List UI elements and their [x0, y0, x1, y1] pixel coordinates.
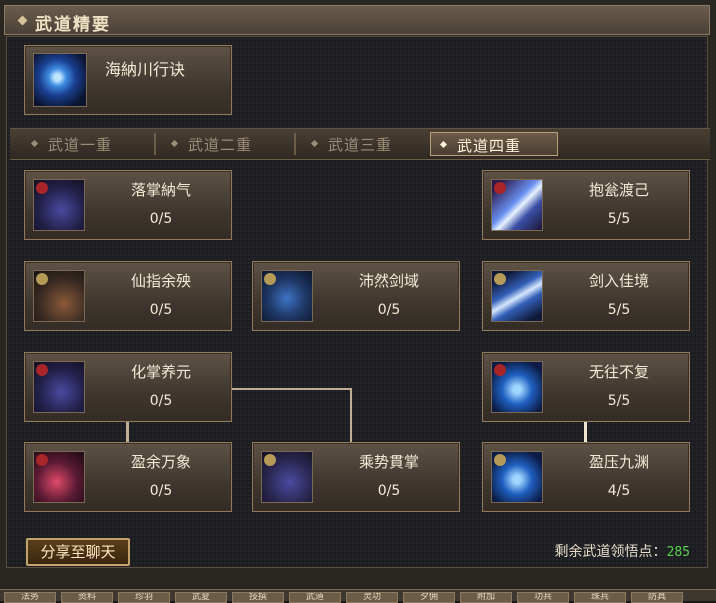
- remaining-points-value: 285: [666, 545, 690, 560]
- skill-card[interactable]: 盈压九渊 4/5: [482, 442, 690, 512]
- skill-level: 0/5: [377, 483, 401, 499]
- rank-glyph-icon: [36, 273, 48, 285]
- tab-level-2[interactable]: 武道二重: [162, 132, 290, 156]
- remaining-points-label: 剩余武道领悟点：: [554, 544, 667, 560]
- tab-divider: [154, 133, 156, 155]
- connector-line: [350, 388, 352, 442]
- skill-name: 仙指余殃: [130, 272, 191, 290]
- connector-line: [584, 422, 587, 442]
- bottom-tab[interactable]: 功兵: [517, 592, 569, 603]
- remaining-points: 剩余武道领悟点：285: [555, 541, 690, 561]
- skill-card[interactable]: 剑入佳境 5/5: [482, 261, 690, 331]
- skill-card[interactable]: 乘势貫掌 0/5: [252, 442, 460, 512]
- tab-level-1[interactable]: 武道一重: [22, 132, 150, 156]
- rank-glyph-icon: [36, 364, 48, 376]
- skill-level: 0/5: [377, 302, 401, 318]
- level-tabs: 武道一重 武道二重 武道三重 武道四重: [10, 128, 710, 160]
- tab-label: 武道四重: [457, 137, 522, 155]
- skill-name: 盈压九渊: [588, 453, 649, 471]
- bottom-tab[interactable]: 夕佣: [403, 592, 455, 603]
- spear-icon: [491, 270, 543, 322]
- share-to-chat-button[interactable]: 分享至聊天: [26, 538, 130, 566]
- bottom-tab[interactable]: 珍羽: [118, 592, 170, 603]
- skill-name: 沛然剑域: [358, 272, 419, 290]
- bottom-tab[interactable]: 资料: [61, 592, 113, 603]
- finger-point-icon: [33, 270, 85, 322]
- rank-glyph-icon: [494, 182, 506, 194]
- skill-name: 剑入佳境: [588, 272, 649, 290]
- skill-card[interactable]: 仙指余殃 0/5: [24, 261, 232, 331]
- bottom-tab[interactable]: 技撰: [232, 592, 284, 603]
- skill-card[interactable]: 抱瓮渡己 5/5: [482, 170, 690, 240]
- skill-level: 0/5: [149, 211, 173, 227]
- rank-glyph-icon: [264, 454, 276, 466]
- skill-card[interactable]: 沛然剑域 0/5: [252, 261, 460, 331]
- connector-line: [126, 422, 129, 442]
- diamond-icon: [310, 139, 319, 148]
- diamond-icon: [30, 139, 39, 148]
- title-bar[interactable]: 武道精要: [4, 5, 710, 35]
- blue-warrior-icon: [491, 451, 543, 503]
- rank-glyph-icon: [36, 454, 48, 466]
- skill-card[interactable]: 无往不复 5/5: [482, 352, 690, 422]
- tab-divider: [294, 133, 296, 155]
- blue-blade-icon: [491, 179, 543, 231]
- palm-strike-icon: [33, 179, 85, 231]
- rank-glyph-icon: [264, 273, 276, 285]
- rank-glyph-icon: [36, 182, 48, 194]
- bottom-tab[interactable]: 灵功: [346, 592, 398, 603]
- rank-glyph-icon: [494, 364, 506, 376]
- bottom-tab[interactable]: 法务: [4, 592, 56, 603]
- rank-glyph-icon: [494, 273, 506, 285]
- bottom-tab[interactable]: 防具: [631, 592, 683, 603]
- skill-level: 4/5: [607, 483, 631, 499]
- skill-level: 5/5: [607, 302, 631, 318]
- skill-name: 落掌納气: [130, 181, 191, 199]
- bottom-tab[interactable]: 武道: [289, 592, 341, 603]
- skill-level: 5/5: [607, 393, 631, 409]
- diamond-icon: [439, 140, 448, 149]
- skill-window: 武道精要 海納川行诀 武道一重 武道二重 武道三重 武道四重 落掌納气 0/5 …: [0, 0, 716, 603]
- diamond-icon: [170, 139, 179, 148]
- blue-warrior-icon: [491, 361, 543, 413]
- rank-glyph-icon: [494, 454, 506, 466]
- red-flame-icon: [33, 451, 85, 503]
- skill-level: 0/5: [149, 302, 173, 318]
- skill-name: 乘势貫掌: [358, 453, 419, 471]
- palm-strike-icon: [261, 451, 313, 503]
- title-diamond-icon: [17, 15, 28, 26]
- palm-strike-icon: [33, 361, 85, 413]
- connector-line: [232, 388, 352, 390]
- skill-level: 0/5: [149, 393, 173, 409]
- bottom-tab[interactable]: 武夏: [175, 592, 227, 603]
- tab-label: 武道二重: [188, 136, 253, 154]
- window-title: 武道精要: [35, 15, 111, 35]
- warrior-blue-aura-icon: [33, 53, 87, 107]
- skill-level: 5/5: [607, 211, 631, 227]
- main-skill-name: 海納川行诀: [105, 60, 186, 79]
- skill-name: 盈余万象: [130, 453, 191, 471]
- bottom-tab-bar: 法务 资料 珍羽 武夏 技撰 武道 灵功 夕佣 附加 功兵 珠兵 防具: [0, 589, 716, 603]
- bottom-tab[interactable]: 附加: [460, 592, 512, 603]
- tab-label: 武道三重: [328, 136, 393, 154]
- tab-level-3[interactable]: 武道三重: [302, 132, 430, 156]
- skill-card[interactable]: 盈余万象 0/5: [24, 442, 232, 512]
- main-skill-card[interactable]: 海納川行诀: [24, 45, 232, 115]
- bottom-tab[interactable]: 珠兵: [574, 592, 626, 603]
- skill-name: 无往不复: [588, 363, 649, 381]
- skill-card[interactable]: 落掌納气 0/5: [24, 170, 232, 240]
- tab-level-4[interactable]: 武道四重: [430, 132, 558, 156]
- tab-label: 武道一重: [48, 136, 113, 154]
- skill-level: 0/5: [149, 483, 173, 499]
- skill-name: 化掌养元: [130, 363, 191, 381]
- skill-card[interactable]: 化掌养元 0/5: [24, 352, 232, 422]
- sword-domain-icon: [261, 270, 313, 322]
- skill-name: 抱瓮渡己: [588, 181, 649, 199]
